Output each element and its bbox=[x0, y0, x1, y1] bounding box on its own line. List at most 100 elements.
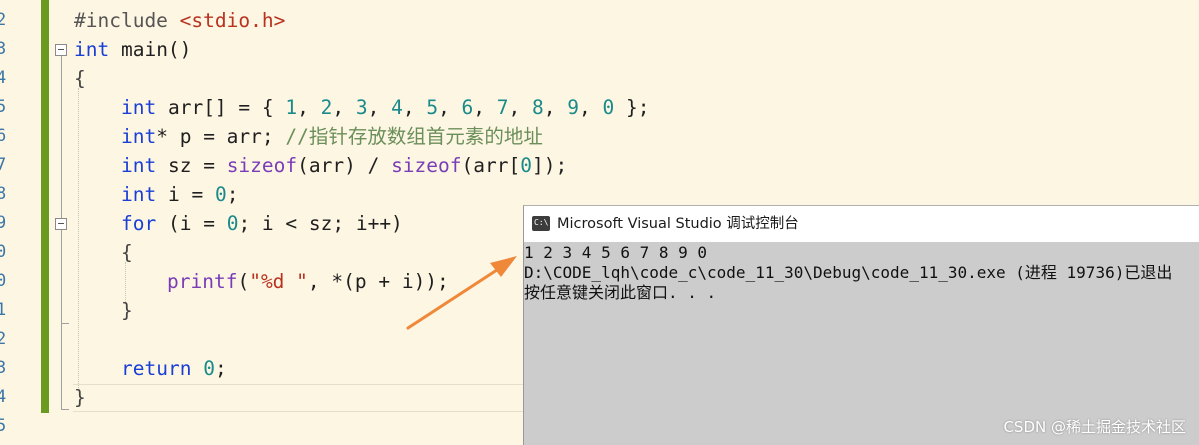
number-literal: 2 bbox=[320, 96, 333, 119]
code-line-include[interactable]: #include <stdio.h> bbox=[74, 6, 285, 35]
number-literal: 4 bbox=[391, 96, 403, 119]
number-literal: 0 bbox=[203, 357, 215, 380]
code-text: (arr[ bbox=[461, 154, 521, 177]
string-literal: "%d " bbox=[249, 270, 308, 293]
change-tracking-bar bbox=[41, 0, 49, 413]
line-number: 2 bbox=[0, 10, 7, 30]
fold-end-for bbox=[61, 323, 69, 324]
watermark: CSDN @稀土掘金技术社区 bbox=[1003, 418, 1186, 436]
code-line-sz-decl[interactable]: int sz = sizeof(arr) / sizeof(arr[0]); bbox=[121, 151, 567, 180]
code-text: , bbox=[332, 96, 356, 119]
line-number: 8 bbox=[0, 184, 7, 204]
code-text: , bbox=[473, 96, 497, 119]
line-number: 5 bbox=[0, 416, 7, 436]
function-name: sizeof bbox=[391, 154, 462, 177]
keyword: int bbox=[121, 96, 157, 119]
code-text: * p = arr; bbox=[156, 125, 286, 148]
number-literal: 9 bbox=[567, 96, 579, 119]
code-text: (i = bbox=[156, 212, 227, 235]
keyword: for bbox=[121, 212, 157, 235]
code-line-main-signature[interactable]: int main() bbox=[74, 35, 191, 64]
debug-console-window[interactable]: C:\ Microsoft Visual Studio 调试控制台 1 2 3 … bbox=[523, 205, 1199, 445]
line-number: 9 bbox=[0, 213, 7, 233]
line-number: 1 bbox=[0, 300, 7, 320]
indent-guide bbox=[78, 88, 79, 388]
number-literal: 0 bbox=[602, 96, 615, 119]
code-line-for[interactable]: for (i = 0; i < sz; i++) bbox=[121, 209, 403, 238]
function-name: printf bbox=[167, 270, 238, 293]
code-text: , bbox=[297, 96, 321, 119]
fold-end-main bbox=[61, 409, 69, 410]
fold-line-main bbox=[61, 56, 62, 410]
line-number: 5 bbox=[0, 97, 7, 117]
code-text: , bbox=[579, 96, 603, 119]
code-line-i-decl[interactable]: int i = 0; bbox=[121, 180, 238, 209]
code-text: , bbox=[367, 96, 392, 119]
code-line-return[interactable]: return 0; bbox=[121, 354, 227, 383]
line-number: 3 bbox=[0, 358, 7, 378]
keyword: int bbox=[121, 125, 157, 148]
code-text: (arr) / bbox=[297, 154, 392, 177]
number-literal: 7 bbox=[496, 96, 509, 119]
keyword: int bbox=[121, 154, 157, 177]
console-titlebar[interactable]: C:\ Microsoft Visual Studio 调试控制台 bbox=[524, 206, 1199, 242]
console-output-line: 按任意键关闭此窗口. . . bbox=[524, 283, 717, 302]
line-number: 2 bbox=[0, 329, 7, 349]
code-line-arr-decl[interactable]: int arr[] = { 1, 2, 3, 4, 5, 6, 7, 8, 9,… bbox=[121, 93, 649, 122]
function-name: sizeof bbox=[226, 154, 298, 177]
console-output-line: 1 2 3 4 5 6 7 8 9 0 bbox=[524, 243, 708, 262]
number-literal: 0 bbox=[214, 183, 227, 206]
code-text: arr[] = { bbox=[156, 96, 286, 119]
code-text: , *(p + i)); bbox=[307, 270, 449, 293]
line-number: 4 bbox=[0, 68, 7, 88]
number-literal: 1 bbox=[285, 96, 298, 119]
code-text: main() bbox=[109, 38, 192, 61]
code-text: , bbox=[402, 96, 427, 119]
code-text: ( bbox=[237, 270, 250, 293]
code-line-close-brace[interactable]: } bbox=[74, 383, 86, 412]
code-line-open-brace[interactable]: { bbox=[74, 64, 86, 93]
fold-for-collapse-icon[interactable] bbox=[55, 218, 67, 230]
code-text: i = bbox=[156, 183, 215, 206]
line-number: 7 bbox=[0, 155, 7, 175]
code-line-printf[interactable]: printf("%d ", *(p + i)); bbox=[167, 267, 449, 296]
line-number: 3 bbox=[0, 39, 7, 59]
code-line-for-close-brace[interactable]: } bbox=[121, 296, 133, 325]
code-text: ; i < sz; i++) bbox=[238, 212, 403, 235]
line-number: 0 bbox=[0, 242, 7, 262]
fold-main-collapse-icon[interactable] bbox=[55, 44, 67, 56]
include-header: <stdio.h> bbox=[179, 9, 286, 32]
code-line-for-open-brace[interactable]: { bbox=[121, 238, 133, 267]
brace: } bbox=[74, 386, 86, 409]
console-app-icon: C:\ bbox=[532, 216, 550, 231]
code-text: , bbox=[508, 96, 533, 119]
console-title: Microsoft Visual Studio 调试控制台 bbox=[557, 216, 799, 232]
code-text: sz = bbox=[156, 154, 227, 177]
console-icon-glyph: C:\ bbox=[534, 218, 549, 227]
code-text: ]); bbox=[531, 154, 568, 177]
code-text: ; bbox=[226, 183, 239, 206]
keyword: return bbox=[121, 357, 192, 380]
line-number: 6 bbox=[0, 126, 7, 146]
brace: { bbox=[74, 67, 86, 90]
number-literal: 6 bbox=[461, 96, 474, 119]
code-comment: //指针存放数组首元素的地址 bbox=[285, 125, 543, 148]
preprocessor-directive: #include bbox=[74, 9, 180, 32]
code-text: }; bbox=[614, 96, 650, 119]
number-literal: 0 bbox=[520, 154, 532, 177]
current-line-highlight bbox=[73, 384, 523, 412]
number-literal: 3 bbox=[355, 96, 368, 119]
code-text: ; bbox=[214, 357, 227, 380]
keyword: int bbox=[121, 183, 157, 206]
line-numbers: 2 3 4 5 6 7 8 9 0 0 1 2 3 4 5 bbox=[0, 0, 10, 444]
keyword: int bbox=[74, 38, 110, 61]
code-text: , bbox=[438, 96, 462, 119]
line-number: 0 bbox=[0, 271, 7, 291]
code-line-pointer-decl[interactable]: int* p = arr; //指针存放数组首元素的地址 bbox=[121, 122, 543, 151]
number-literal: 5 bbox=[426, 96, 439, 119]
console-output[interactable]: 1 2 3 4 5 6 7 8 9 0 D:\CODE_lqh\code_c\c… bbox=[524, 242, 1199, 445]
brace: } bbox=[121, 299, 133, 322]
brace: { bbox=[121, 241, 133, 264]
code-text: , bbox=[543, 96, 568, 119]
line-number: 4 bbox=[0, 387, 7, 407]
